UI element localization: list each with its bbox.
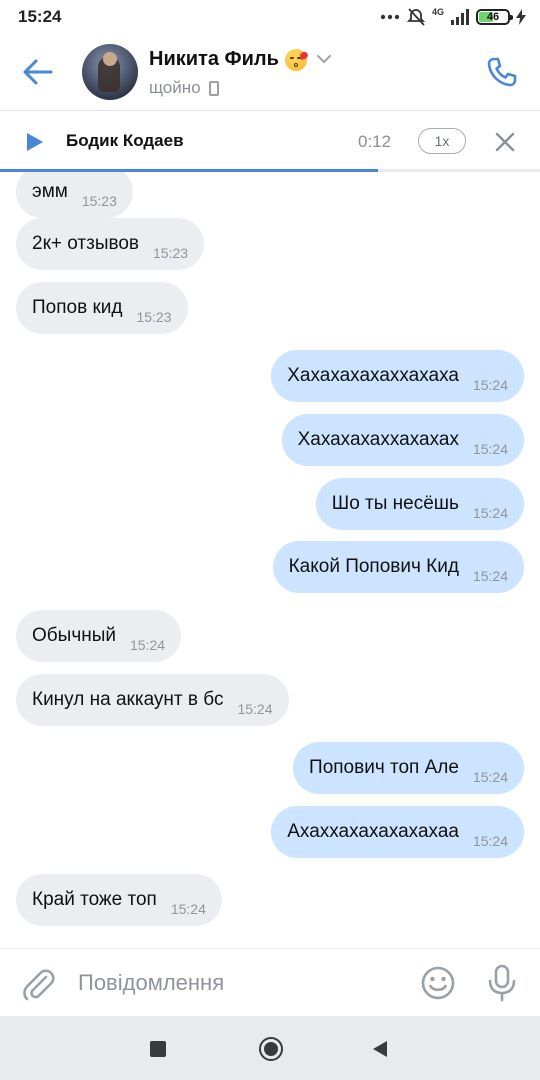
message-text: Шо ты несёшь (331, 493, 459, 514)
status-time: 15:24 (18, 7, 62, 26)
play-icon (27, 133, 43, 151)
message-bubble-outgoing[interactable]: Попович топ Але 15:24 (293, 742, 524, 794)
audio-time: 0:12 (358, 132, 392, 151)
alarm-off-icon (406, 8, 426, 26)
chat-header: Никита Филь щойно (0, 34, 540, 110)
message-text: Обычный (32, 625, 116, 646)
paperclip-icon (23, 969, 55, 1001)
message-time: 15:24 (237, 701, 273, 717)
audio-player-bar: Бодик Кодаев 0:12 1x (0, 110, 540, 172)
signal-icon (451, 9, 469, 25)
system-nav-bar (0, 1016, 540, 1080)
message-bubble-incoming[interactable]: Попов кид 15:23 (16, 282, 188, 334)
message-bubble-outgoing[interactable]: Шо ты несёшь 15:24 (315, 478, 524, 530)
message-bubble-incoming[interactable]: 2к+ отзывов 15:23 (16, 218, 205, 270)
message-text: Хахахахахаххахаха (287, 365, 459, 386)
message-bubble-incoming[interactable]: Край тоже топ 15:24 (16, 874, 222, 926)
message-time: 15:23 (81, 193, 117, 209)
system-back-button[interactable] (372, 1040, 388, 1063)
contact-status-row: щойно (149, 78, 219, 98)
message-text: Ахаххахахахахахаа (287, 821, 459, 842)
message-time: 15:24 (472, 505, 508, 521)
message-bubble-outgoing[interactable]: Хахахахахаххахаха 15:24 (271, 350, 524, 402)
message-text: Край тоже топ (32, 889, 157, 910)
message-text: Хахахахаххахахах (297, 429, 459, 450)
charging-bolt-icon (516, 9, 526, 25)
attach-button[interactable] (20, 965, 58, 1003)
triangle-back-icon (373, 1041, 387, 1057)
chevron-down-icon (316, 55, 331, 64)
message-text: эмм (32, 181, 68, 202)
contact-name: Никита Филь (149, 48, 279, 70)
message-bubble-outgoing[interactable]: Хахахахаххахахах 15:24 (281, 414, 524, 466)
home-button[interactable] (259, 1037, 283, 1061)
phone-icon (487, 57, 517, 87)
arrow-left-icon (23, 59, 53, 85)
message-text: 2к+ отзывов (32, 233, 140, 254)
emoji-button[interactable] (420, 965, 456, 1001)
smiley-icon (421, 966, 455, 1000)
contact-status: щойно (149, 78, 201, 97)
message-list[interactable]: эмм 15:23 2к+ отзывов 15:23 Попов кид 15… (0, 172, 540, 948)
close-icon (495, 132, 515, 152)
battery-level: 46 (486, 11, 500, 23)
contact-name-row[interactable]: Никита Филь (149, 48, 331, 71)
kissing-face-emoji-icon (284, 48, 307, 71)
battery-icon: 46 (476, 9, 513, 25)
message-input[interactable] (78, 963, 398, 1003)
play-button[interactable] (26, 132, 44, 157)
message-bubble-outgoing[interactable]: Ахаххахахахахахаа 15:24 (271, 806, 524, 858)
playback-speed-button[interactable]: 1x (418, 128, 466, 154)
avatar[interactable] (82, 44, 138, 100)
message-time: 15:24 (472, 833, 508, 849)
message-time: 15:24 (472, 568, 508, 584)
network-type: 4G (431, 6, 444, 17)
status-icons: 4G 46 (380, 7, 526, 27)
home-circle-icon (264, 1042, 278, 1056)
audio-title[interactable]: Бодик Кодаев (66, 131, 184, 151)
back-button[interactable] (20, 54, 56, 90)
message-text: Какой Попович Кид (288, 556, 459, 577)
message-composer (0, 948, 540, 1016)
message-time: 15:23 (136, 309, 172, 325)
message-time: 15:24 (472, 441, 508, 457)
status-bar: 15:24 4G 46 (0, 0, 540, 34)
message-text: Кинул на аккаунт в бс (32, 689, 224, 710)
message-bubble-outgoing[interactable]: Какой Попович Кид 15:24 (272, 541, 524, 593)
call-button[interactable] (482, 52, 522, 92)
mobile-device-icon (208, 80, 219, 96)
message-text: Попов кид (32, 297, 123, 318)
recents-button[interactable] (150, 1041, 166, 1057)
message-time: 15:24 (472, 377, 508, 393)
voice-record-button[interactable] (484, 963, 520, 1003)
message-time: 15:23 (153, 245, 189, 261)
message-text: Попович топ Але (309, 757, 459, 778)
microphone-icon (488, 964, 516, 1002)
message-bubble-incoming[interactable]: Обычный 15:24 (16, 610, 182, 662)
more-dots-icon (380, 14, 400, 20)
message-bubble-incoming[interactable]: эмм 15:23 (16, 172, 133, 218)
message-time: 15:24 (129, 637, 166, 653)
message-time: 15:24 (472, 769, 508, 785)
close-player-button[interactable] (490, 127, 520, 157)
message-bubble-incoming[interactable]: Кинул на аккаунт в бс 15:24 (16, 674, 289, 726)
message-time: 15:24 (170, 901, 206, 917)
